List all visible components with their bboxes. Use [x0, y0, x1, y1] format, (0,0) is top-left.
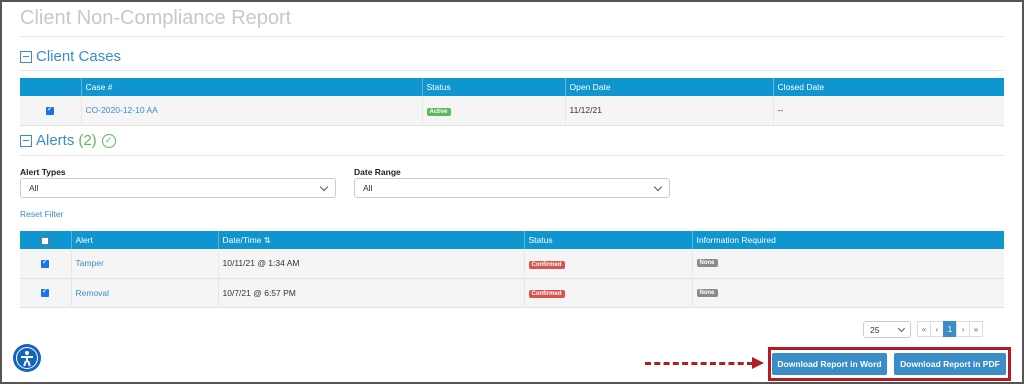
pagination: « ‹ 1 › » — [917, 321, 983, 337]
alerts-header[interactable]: Alerts (2) ✓ — [20, 132, 116, 149]
date-range-value: All — [363, 183, 373, 193]
reset-filter-link[interactable]: Reset Filter — [20, 209, 63, 219]
alert-cell: Removal — [70, 278, 218, 307]
page-1-button[interactable]: 1 — [943, 321, 957, 337]
page-size-select[interactable]: 25 — [863, 321, 911, 338]
info-badge: None — [696, 259, 718, 267]
chevron-down-icon — [653, 182, 663, 191]
select-all-checkbox[interactable] — [41, 236, 50, 245]
accessibility-icon[interactable] — [13, 344, 41, 372]
alerts-table: Alert Date/Time ⇅ Status Information Req… — [20, 231, 1004, 308]
row-checkbox[interactable] — [41, 257, 50, 268]
col-status: Status — [523, 231, 692, 249]
alert-link[interactable]: Tamper — [76, 258, 104, 268]
page-size-value: 25 — [870, 324, 880, 335]
row-select-cell — [20, 96, 81, 125]
info-cell: None — [691, 278, 1004, 307]
alert-cell: Tamper — [70, 249, 218, 278]
col-status: Status — [421, 78, 565, 96]
row-checkbox[interactable] — [41, 286, 50, 298]
status-badge: Confirmed — [528, 260, 565, 269]
first-page-button[interactable]: « — [917, 321, 931, 337]
status-cell: Confirmed — [523, 249, 692, 278]
alerts-heading: Alerts — [36, 132, 75, 149]
check-circle-icon: ✓ — [101, 133, 116, 148]
page-title: Client Non-Compliance Report — [20, 7, 292, 29]
col-select-all — [20, 231, 71, 249]
col-alert: Alert — [70, 231, 218, 249]
date-range-label: Date Range — [354, 167, 401, 177]
status-cell: Confirmed — [523, 278, 692, 307]
collapse-icon[interactable] — [20, 134, 32, 147]
collapse-icon[interactable] — [20, 50, 32, 63]
col-select — [20, 78, 81, 96]
col-open-date: Open Date — [564, 78, 773, 96]
download-word-button[interactable]: Download Report in Word — [772, 353, 887, 375]
date-range-select[interactable]: All — [354, 178, 670, 198]
chevron-down-icon — [319, 182, 329, 191]
datetime-cell: 10/11/21 @ 1:34 AM — [217, 249, 524, 278]
annotation-arrow-head — [752, 357, 764, 369]
client-cases-heading: Client Cases — [36, 48, 122, 65]
alerts-divider — [20, 155, 1004, 156]
table-row: Tamper 10/11/21 @ 1:34 AM Confirmed None — [20, 249, 1004, 278]
table-row: Removal 10/7/21 @ 6:57 PM Confirmed None — [20, 278, 1004, 307]
row-select-cell — [20, 278, 71, 307]
client-cases-divider — [20, 70, 1004, 71]
client-cases-header[interactable]: Client Cases — [20, 48, 121, 65]
closed-date-cell: -- — [772, 96, 1004, 125]
title-divider — [20, 36, 1004, 37]
next-page-button[interactable]: › — [956, 321, 970, 337]
col-datetime-label: Date/Time — [222, 234, 262, 245]
open-date-cell: 11/12/21 — [564, 96, 773, 125]
alert-link[interactable]: Removal — [76, 288, 110, 298]
alert-types-label: Alert Types — [20, 167, 66, 177]
alert-types-select[interactable]: All — [20, 178, 336, 198]
status-cell: Active — [421, 96, 565, 125]
status-badge: Active — [426, 108, 451, 116]
row-select-cell — [20, 249, 71, 278]
last-page-button[interactable]: » — [969, 321, 983, 337]
prev-page-button[interactable]: ‹ — [930, 321, 944, 337]
case-cell: CO-2020-12-10 AA — [80, 96, 422, 125]
info-cell: None — [691, 249, 1004, 278]
download-pdf-button[interactable]: Download Report in PDF — [894, 353, 1006, 375]
alert-types-value: All — [29, 183, 39, 193]
col-info-required: Information Required — [691, 231, 1004, 249]
chevron-down-icon — [897, 324, 906, 332]
sort-icon[interactable]: ⇅ — [264, 235, 271, 245]
col-closed-date: Closed Date — [772, 78, 1004, 96]
row-checkbox[interactable] — [46, 104, 55, 115]
table-row: CO-2020-12-10 AA Active 11/12/21 -- — [20, 96, 1004, 125]
client-cases-table: Case # Status Open Date Closed Date CO-2… — [20, 78, 1004, 126]
case-link[interactable]: CO-2020-12-10 AA — [86, 105, 158, 115]
info-badge: None — [696, 288, 718, 297]
alerts-count: (2) — [78, 132, 97, 149]
status-badge: Confirmed — [528, 290, 565, 298]
col-datetime[interactable]: Date/Time ⇅ — [217, 231, 524, 249]
datetime-cell: 10/7/21 @ 6:57 PM — [217, 278, 524, 307]
annotation-arrow-line — [645, 362, 753, 365]
col-case: Case # — [80, 78, 422, 96]
accessibility-figure — [16, 347, 38, 369]
